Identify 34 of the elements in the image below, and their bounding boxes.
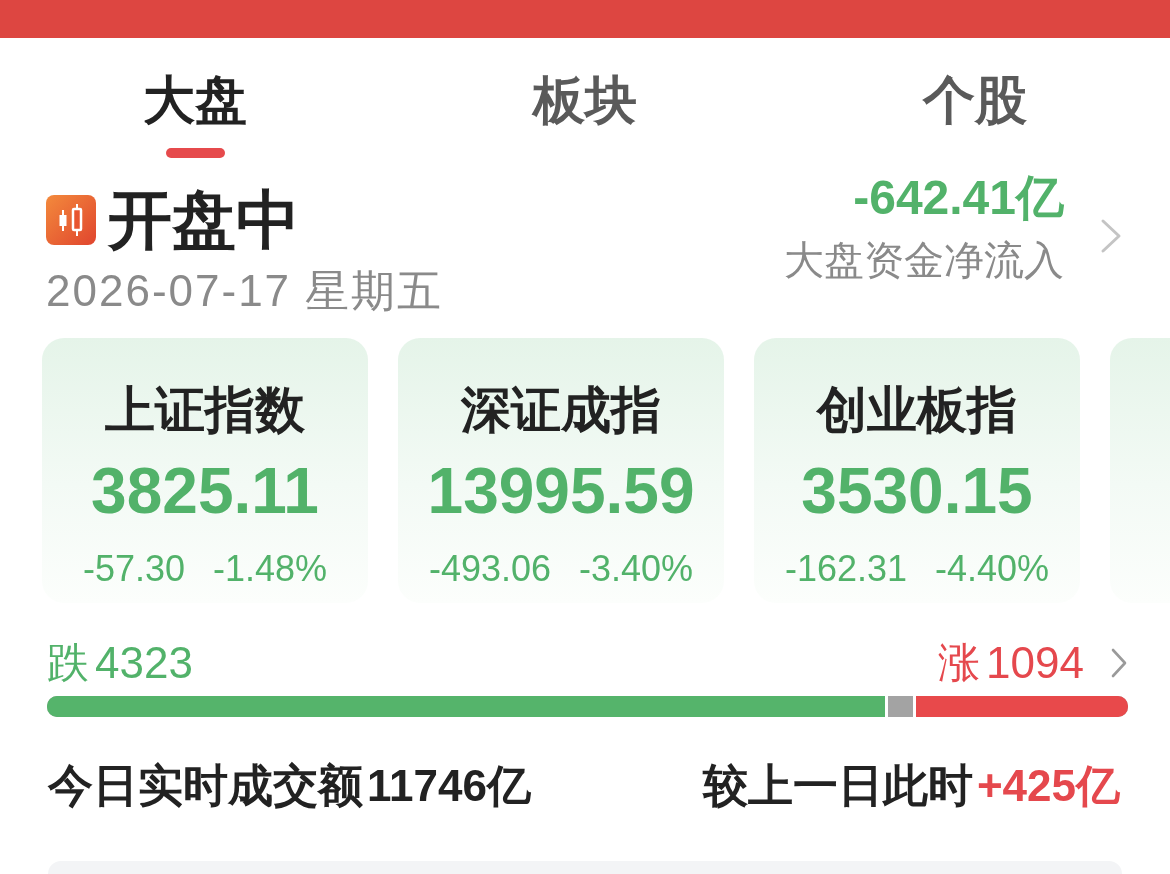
tab[interactable]: 板块 <box>390 38 780 166</box>
turnover-label: 今日实时成交额 <box>48 759 363 813</box>
compare-value: +425亿 <box>976 760 1120 812</box>
chevron-right-icon[interactable] <box>1110 647 1128 679</box>
index-value: 13995.59 <box>427 456 695 526</box>
compare-label: 较上一日此时 <box>702 759 973 813</box>
index-card[interactable]: 创业板指 3530.15 -162.31 -4.40% <box>754 338 1080 603</box>
index-change: -57.30 <box>82 548 185 590</box>
tab[interactable]: 个股 <box>780 38 1170 166</box>
index-card[interactable]: 上证指数 3825.11 -57.30 -1.48% <box>42 338 368 603</box>
market-status-title: 开盘中 <box>108 188 300 252</box>
index-card[interactable]: 深证成指 13995.59 -493.06 -3.40% <box>398 338 724 603</box>
count-label: 涨 <box>938 639 981 687</box>
index-value: 3530.15 <box>801 456 1033 526</box>
date-text: 2026-07-17 星期五 <box>46 266 444 316</box>
chevron-right-icon[interactable] <box>1100 218 1122 254</box>
candlestick-icon <box>46 195 96 245</box>
index-change: -162.31 <box>784 548 907 590</box>
count-value: 4323 <box>95 639 193 687</box>
index-change-percent: -1.48% <box>213 548 328 590</box>
net-flow-value: -642.41亿 <box>853 170 1064 226</box>
index-name: 深证成指 <box>461 382 661 438</box>
index-name: 上证指数 <box>105 382 305 438</box>
index-change: -493.06 <box>428 548 551 590</box>
tab[interactable]: 大盘 <box>0 38 390 166</box>
index-value: 3825.11 <box>91 456 319 526</box>
count-label: 跌 <box>47 639 89 687</box>
index-name: 创业板指 <box>817 382 1017 438</box>
index-change-percent: -3.40% <box>579 548 694 590</box>
tab-indicator <box>165 148 225 158</box>
index-change-percent: -4.40% <box>935 548 1050 590</box>
net-flow-label: 大盘资金净流入 <box>784 237 1064 284</box>
turnover-amount: 11746亿 <box>367 760 531 812</box>
count-value: 1094 <box>986 639 1084 687</box>
